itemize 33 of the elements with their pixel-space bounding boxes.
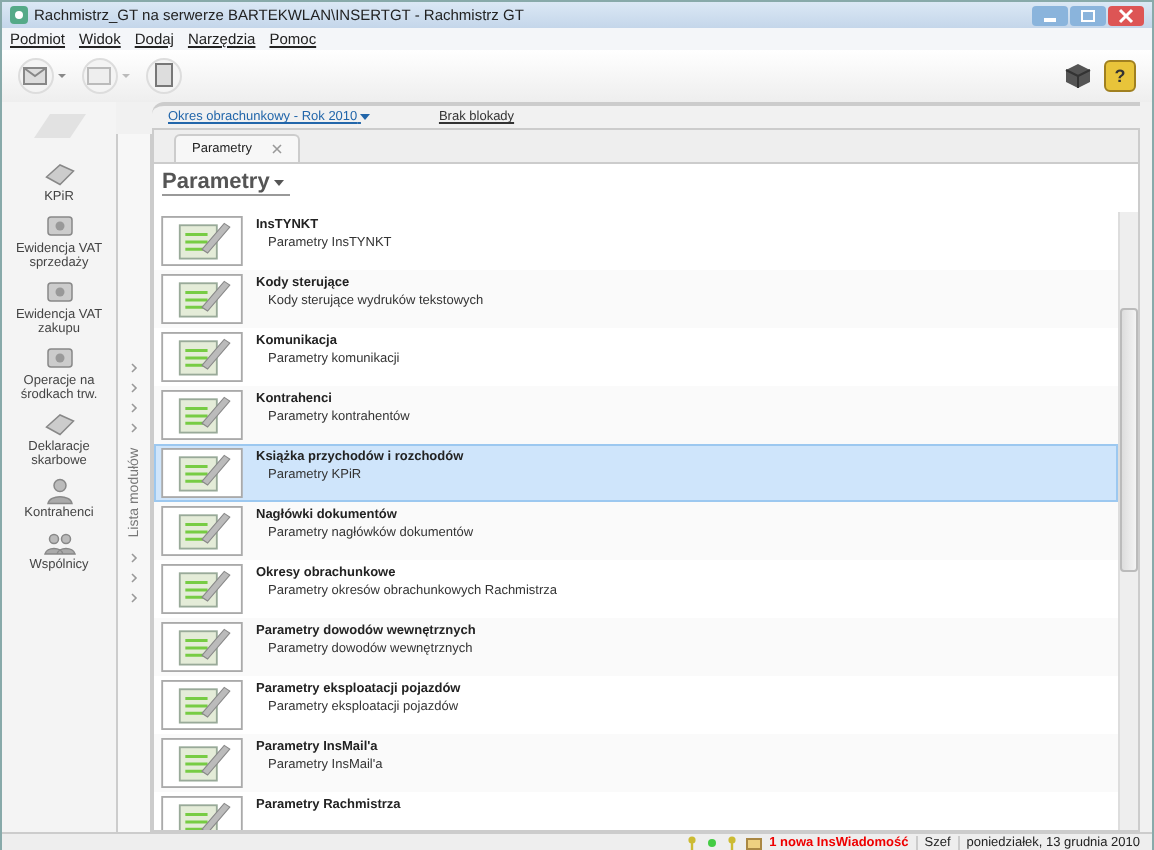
cube-icon[interactable] — [1064, 62, 1092, 90]
document-icon[interactable] — [146, 58, 182, 94]
checklist-icon — [160, 332, 244, 382]
scroll-thumb[interactable] — [1120, 308, 1138, 572]
checklist-icon — [160, 680, 244, 730]
checklist-icon — [160, 506, 244, 556]
checklist-icon — [160, 738, 244, 788]
checklist-icon — [160, 390, 244, 440]
scrollbar[interactable] — [1118, 212, 1138, 830]
page-heading[interactable]: Parametry — [162, 170, 290, 196]
module-icon — [41, 474, 77, 506]
caret-icon — [273, 179, 284, 185]
key-icon — [725, 836, 738, 850]
checklist-icon — [160, 448, 244, 498]
envelope-icon[interactable] — [745, 837, 762, 849]
close-icon[interactable] — [1108, 5, 1144, 25]
app-icon — [10, 6, 28, 24]
module-icon — [41, 210, 77, 242]
caret-icon — [360, 114, 371, 120]
minimize-icon[interactable] — [1032, 5, 1068, 25]
checklist-icon — [160, 622, 244, 672]
status-dot-icon — [705, 836, 718, 850]
checklist-icon — [160, 564, 244, 614]
close-icon[interactable] — [271, 144, 282, 154]
module-icon — [41, 408, 77, 440]
checklist-icon — [160, 274, 244, 324]
restore-icon[interactable] — [1070, 5, 1106, 25]
help-button[interactable]: ? — [1104, 60, 1136, 92]
module-icon — [41, 158, 77, 190]
module-icon — [41, 276, 77, 308]
key-icon — [685, 836, 698, 850]
checklist-icon — [160, 216, 244, 266]
module-icon — [41, 342, 77, 374]
